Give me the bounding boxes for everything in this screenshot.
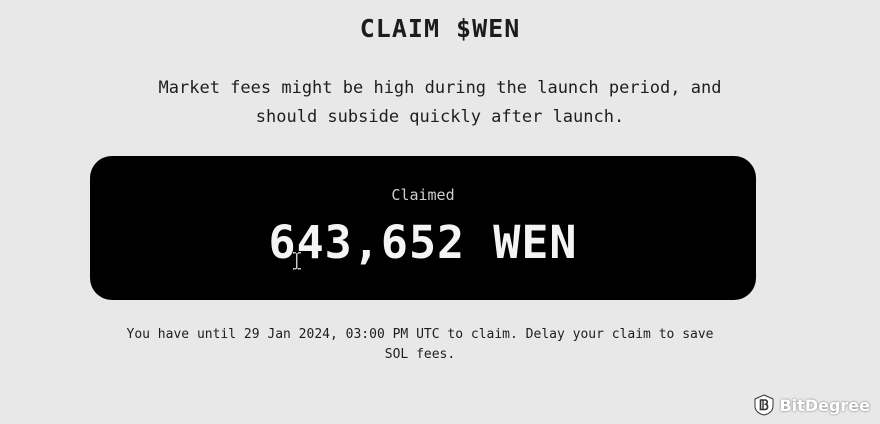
fee-notice: Market fees might be high during the lau… [90,74,790,132]
claim-deadline-notice: You have until 29 Jan 2024, 03:00 PM UTC… [70,325,770,365]
claimed-amount: 643,652 WEN [268,216,578,269]
bitdegree-watermark: BitDegree [754,394,870,416]
fee-notice-line-1: Market fees might be high during the lau… [158,78,722,98]
claimed-label: Claimed [391,186,455,204]
claimed-card: Claimed 643,652 WEN [90,156,756,300]
claim-deadline-line-2: SOL fees. [384,347,456,362]
bitdegree-logo-icon [754,394,774,416]
claim-deadline-line-1: You have until 29 Jan 2024, 03:00 PM UTC… [126,327,714,342]
page-title: CLAIM $WEN [359,14,521,43]
text-cursor-icon [293,252,302,270]
watermark-text: BitDegree [779,395,870,415]
fee-notice-line-2: should subside quickly after launch. [255,107,625,127]
